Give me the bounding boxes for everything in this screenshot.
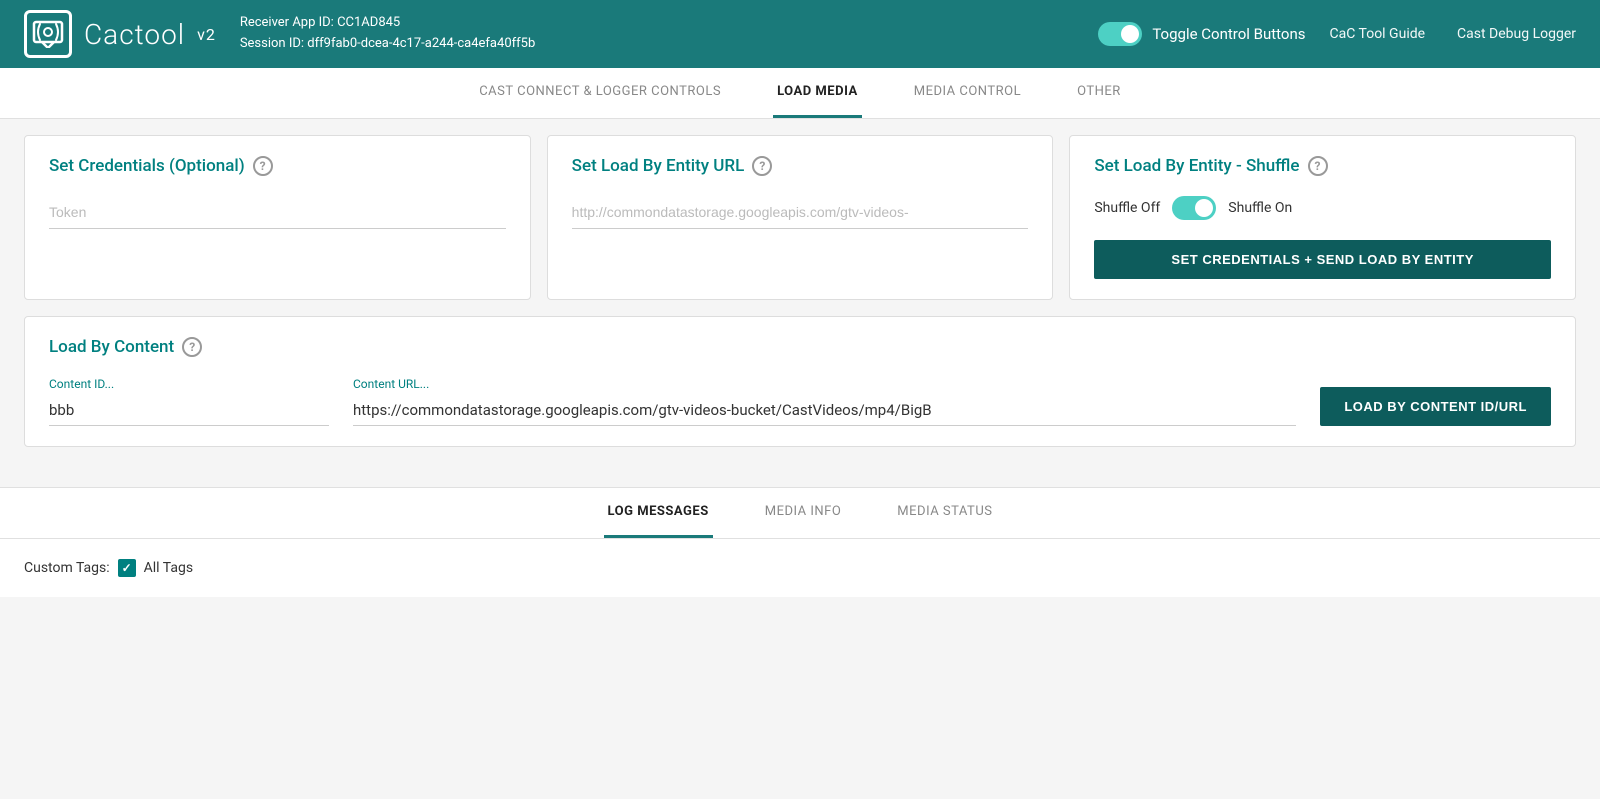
load-by-content-button[interactable]: LOAD BY CONTENT ID/URL [1320,387,1551,426]
shuffle-toggle-switch[interactable] [1172,196,1216,220]
toggle-control-buttons-group: Toggle Control Buttons [1098,22,1305,46]
logo: Cactool v2 [24,10,216,58]
load-by-content-title-text: Load By Content [49,337,174,357]
entity-shuffle-title-text: Set Load By Entity - Shuffle [1094,156,1299,176]
shuffle-on-label: Shuffle On [1228,200,1292,216]
card-row-1: Set Credentials (Optional) ? Set Load By… [24,135,1576,300]
bottom-content-area: Custom Tags: All Tags [0,539,1600,597]
shuffle-off-label: Shuffle Off [1094,200,1160,216]
bottom-tab-media-info[interactable]: MEDIA INFO [761,488,846,538]
tab-other[interactable]: OTHER [1073,68,1125,118]
load-by-content-help-icon[interactable]: ? [182,337,202,357]
content-url-label: Content URL... [353,377,1296,391]
entity-shuffle-card-title: Set Load By Entity - Shuffle ? [1094,156,1551,176]
entity-url-input[interactable] [572,196,1029,229]
credentials-title-text: Set Credentials (Optional) [49,156,245,176]
custom-tags-row: Custom Tags: All Tags [24,559,1576,577]
tab-media-control[interactable]: MEDIA CONTROL [910,68,1025,118]
all-tags-checkbox[interactable] [118,559,136,577]
receiver-id: CC1AD845 [337,15,400,30]
content-id-label: Content ID... [49,377,329,391]
logo-text: Cactool [84,18,185,51]
toggle-control-buttons-switch[interactable] [1098,22,1142,46]
entity-url-card-title: Set Load By Entity URL ? [572,156,1029,176]
entity-url-help-icon[interactable]: ? [752,156,772,176]
load-by-content-card-title: Load By Content ? [49,337,1551,357]
set-credentials-send-entity-button[interactable]: SET CREDENTIALS + SEND LOAD BY ENTITY [1094,240,1551,279]
cast-debug-logger-link[interactable]: Cast Debug Logger [1457,26,1576,42]
load-content-fields-row: Content ID... bbb Content URL... https:/… [49,377,1551,426]
main-content: Set Credentials (Optional) ? Set Load By… [0,119,1600,479]
credentials-help-icon[interactable]: ? [253,156,273,176]
top-tabs-bar: CAST CONNECT & LOGGER CONTROLS LOAD MEDI… [0,68,1600,119]
content-url-group: Content URL... https://commondatastorage… [353,377,1296,426]
credentials-card: Set Credentials (Optional) ? [24,135,531,300]
entity-shuffle-help-icon[interactable]: ? [1308,156,1328,176]
bottom-tab-log-messages[interactable]: LOG MESSAGES [604,488,713,538]
logo-version: v2 [197,25,216,44]
content-url-value[interactable]: https://commondatastorage.googleapis.com… [353,395,1296,426]
session-info: Receiver App ID: CC1AD845 Session ID: df… [240,13,1075,55]
content-id-value[interactable]: bbb [49,395,329,426]
receiver-label: Receiver App ID: [240,15,334,30]
receiver-id-line: Receiver App ID: CC1AD845 [240,13,1075,34]
bottom-tab-media-status[interactable]: MEDIA STATUS [893,488,996,538]
content-id-group: Content ID... bbb [49,377,329,426]
tab-load-media[interactable]: LOAD MEDIA [773,68,862,118]
entity-url-title-text: Set Load By Entity URL [572,156,745,176]
entity-shuffle-card: Set Load By Entity - Shuffle ? Shuffle O… [1069,135,1576,300]
tab-cast-connect[interactable]: CAST CONNECT & LOGGER CONTROLS [475,68,725,118]
load-by-content-card: Load By Content ? Content ID... bbb Cont… [24,316,1576,447]
session-id: dff9fab0-dcea-4c17-a244-ca4efa40ff5b [307,36,535,51]
header-nav: CaC Tool Guide Cast Debug Logger [1330,26,1577,42]
session-label: Session ID: [240,36,304,51]
credentials-card-title: Set Credentials (Optional) ? [49,156,506,176]
custom-tags-label: Custom Tags: [24,560,110,576]
header: Cactool v2 Receiver App ID: CC1AD845 Ses… [0,0,1600,68]
cac-tool-guide-link[interactable]: CaC Tool Guide [1330,26,1426,42]
entity-url-card: Set Load By Entity URL ? [547,135,1054,300]
logo-icon [24,10,72,58]
token-input[interactable] [49,196,506,229]
all-tags-label: All Tags [144,560,193,576]
bottom-section: LOG MESSAGES MEDIA INFO MEDIA STATUS Cus… [0,487,1600,597]
bottom-tabs-bar: LOG MESSAGES MEDIA INFO MEDIA STATUS [0,488,1600,539]
toggle-control-buttons-label: Toggle Control Buttons [1152,25,1305,43]
shuffle-toggle-row: Shuffle Off Shuffle On [1094,196,1551,220]
session-id-line: Session ID: dff9fab0-dcea-4c17-a244-ca4e… [240,34,1075,55]
